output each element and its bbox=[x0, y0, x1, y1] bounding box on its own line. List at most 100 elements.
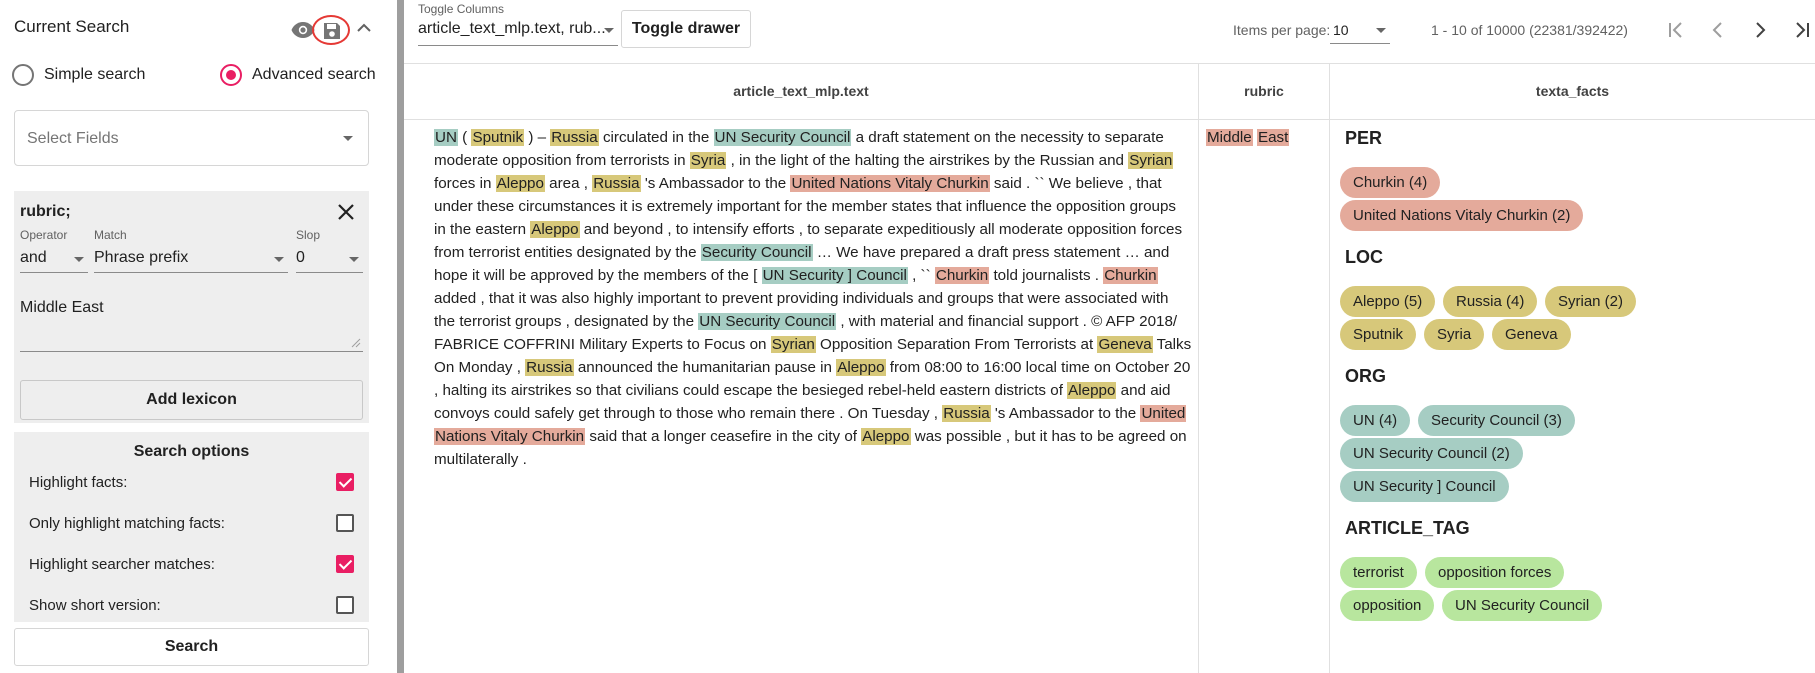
previous-page-icon[interactable] bbox=[1706, 18, 1730, 42]
fact-highlight-loc[interactable]: Russia bbox=[550, 129, 599, 146]
save-search-button[interactable] bbox=[312, 15, 350, 45]
search-options-title: Search options bbox=[133, 443, 250, 460]
last-page-icon[interactable] bbox=[1790, 18, 1814, 42]
fact-chip[interactable]: Aleppo (5) bbox=[1340, 286, 1436, 317]
fact-chip[interactable]: opposition bbox=[1340, 590, 1435, 621]
fact-highlight-loc[interactable]: Russia bbox=[592, 175, 641, 192]
dropdown-caret-icon bbox=[74, 257, 84, 262]
fact-chip[interactable]: Syria bbox=[1424, 319, 1485, 350]
fact-chip[interactable]: Geneva bbox=[1492, 319, 1571, 350]
advanced-search-label: Advanced search bbox=[252, 66, 376, 83]
fact-highlight-per[interactable]: East bbox=[1256, 129, 1290, 146]
rubric-cell: Middle East bbox=[1206, 126, 1290, 149]
only-matching-facts-checkbox[interactable] bbox=[336, 514, 354, 532]
fact-chip[interactable]: Sputnik bbox=[1340, 319, 1417, 350]
fact-highlight-per[interactable]: Churkin bbox=[1103, 267, 1158, 284]
fact-highlight-per[interactable]: United bbox=[1140, 405, 1187, 422]
select-fields-dropdown[interactable]: Select Fields bbox=[14, 110, 369, 166]
operator-select[interactable]: and bbox=[20, 245, 88, 273]
add-lexicon-button[interactable]: Add lexicon bbox=[20, 380, 363, 420]
article-text-segment: told journalists . bbox=[989, 267, 1104, 284]
fact-highlight-per[interactable]: Nations Vitaly Churkin bbox=[434, 428, 586, 445]
fact-highlight-loc[interactable]: Aleppo bbox=[1067, 382, 1117, 399]
fact-highlight-loc[interactable]: Russia bbox=[942, 405, 991, 422]
fact-highlight-org[interactable]: Security Council bbox=[700, 244, 813, 261]
article-line: from terrorist entities designated by th… bbox=[434, 241, 1194, 264]
article-text-segment: from terrorist entities designated by th… bbox=[434, 244, 701, 261]
fact-highlight-per[interactable]: United Nations Vitaly Churkin bbox=[790, 175, 990, 192]
fact-chip[interactable]: Churkin (4) bbox=[1340, 167, 1441, 198]
fact-chip[interactable]: UN Security Council (2) bbox=[1340, 438, 1523, 469]
next-page-icon[interactable] bbox=[1748, 18, 1772, 42]
highlight-searcher-checkbox[interactable] bbox=[336, 555, 354, 573]
search-button[interactable]: Search bbox=[14, 628, 369, 666]
option-label: Only highlight matching facts: bbox=[29, 515, 225, 532]
fact-highlight-per[interactable]: Churkin bbox=[934, 267, 990, 284]
select-fields-placeholder: Select Fields bbox=[27, 130, 119, 147]
match-select[interactable]: Phrase prefix bbox=[94, 245, 288, 273]
article-line: , halting its airstrikes so that civilia… bbox=[434, 379, 1194, 402]
fact-highlight-loc[interactable]: Aleppo bbox=[495, 175, 545, 192]
panel-splitter[interactable] bbox=[397, 0, 404, 673]
article-text-segment: multilaterally . bbox=[434, 451, 527, 468]
resize-handle-icon[interactable] bbox=[349, 336, 361, 348]
query-textarea[interactable]: Middle East bbox=[20, 292, 363, 352]
column-header-rubric[interactable]: rubric bbox=[1199, 64, 1329, 120]
advanced-search-radio[interactable]: Advanced search bbox=[220, 64, 376, 86]
slop-select[interactable]: 0 bbox=[296, 245, 363, 273]
fact-highlight-loc[interactable]: Syrian bbox=[1128, 152, 1174, 169]
search-options-panel: Search options Highlight facts: Only hig… bbox=[14, 432, 369, 622]
article-line: the terrorist groups , designated by the… bbox=[434, 310, 1194, 333]
article-text-segment: On Monday , bbox=[434, 359, 526, 376]
toggle-columns-select[interactable]: article_text_mlp.text, rub... bbox=[418, 18, 618, 46]
short-version-checkbox[interactable] bbox=[336, 596, 354, 614]
fact-chip[interactable]: opposition forces bbox=[1425, 557, 1565, 588]
fact-chip[interactable]: Syrian (2) bbox=[1545, 286, 1637, 317]
article-text-segment: said . `` We believe , that bbox=[989, 175, 1162, 192]
fact-highlight-loc[interactable]: Syria bbox=[689, 152, 727, 169]
column-header-article-text[interactable]: article_text_mlp.text bbox=[404, 64, 1198, 120]
close-icon[interactable] bbox=[334, 200, 358, 224]
fact-chip[interactable]: United Nations Vitaly Churkin (2) bbox=[1340, 200, 1584, 231]
fact-highlight-loc[interactable]: Aleppo bbox=[861, 428, 911, 445]
fact-highlight-per[interactable]: Middle bbox=[1206, 129, 1253, 146]
article-text-segment: the terrorist groups , designated by the bbox=[434, 313, 699, 330]
fact-chip[interactable]: UN Security ] Council bbox=[1340, 471, 1509, 502]
article-line: under these circumstances it is extremel… bbox=[434, 195, 1194, 218]
fact-highlight-loc[interactable]: Syrian bbox=[770, 336, 816, 353]
fact-highlight-org[interactable]: UN bbox=[434, 129, 458, 146]
simple-search-radio[interactable]: Simple search bbox=[12, 64, 145, 86]
fact-chip[interactable]: UN (4) bbox=[1340, 405, 1411, 436]
dropdown-caret-icon bbox=[349, 257, 359, 262]
article-text-segment: was possible , but it has to be agreed o… bbox=[910, 428, 1187, 445]
highlight-facts-checkbox[interactable] bbox=[336, 473, 354, 491]
dropdown-caret-icon bbox=[1376, 28, 1386, 33]
fact-chip[interactable]: UN Security Council bbox=[1442, 590, 1603, 621]
toggle-drawer-button[interactable]: Toggle drawer bbox=[621, 10, 751, 48]
article-text-segment: announced the humanitarian pause in bbox=[573, 359, 837, 376]
fact-highlight-loc[interactable]: Geneva bbox=[1097, 336, 1153, 353]
simple-search-label: Simple search bbox=[44, 66, 146, 83]
article-text-segment: , in the light of the halting the airstr… bbox=[726, 152, 1129, 169]
column-header-texta-facts[interactable]: texta_facts bbox=[1330, 64, 1815, 120]
fact-chip[interactable]: Security Council (3) bbox=[1418, 405, 1575, 436]
fact-highlight-loc[interactable]: Aleppo bbox=[530, 221, 580, 238]
items-per-page-select[interactable]: 10 bbox=[1330, 20, 1390, 44]
fact-highlight-loc[interactable]: Sputnik bbox=[471, 129, 525, 146]
rubric-constraint-panel: rubric; Operator and Match Phrase prefix… bbox=[14, 191, 369, 423]
save-icon bbox=[324, 23, 340, 39]
fact-highlight-loc[interactable]: Aleppo bbox=[836, 359, 886, 376]
fact-highlight-org[interactable]: UN Security ] Council bbox=[761, 267, 908, 284]
fact-chip[interactable]: terrorist bbox=[1340, 557, 1417, 588]
fact-chip[interactable]: Russia (4) bbox=[1443, 286, 1538, 317]
dropdown-caret-icon bbox=[274, 257, 284, 262]
fact-highlight-loc[interactable]: Russia bbox=[525, 359, 574, 376]
column-divider bbox=[1329, 64, 1330, 673]
option-label: Highlight searcher matches: bbox=[29, 556, 215, 573]
first-page-icon[interactable] bbox=[1664, 18, 1688, 42]
fact-highlight-org[interactable]: UN Security Council bbox=[698, 313, 837, 330]
article-text-cell: UN ( Sputnik ) – Russia circulated in th… bbox=[434, 126, 1194, 471]
chevron-up-icon[interactable] bbox=[356, 20, 372, 36]
article-text-segment: from 08:00 to 16:00 local time on Octobe… bbox=[885, 359, 1191, 376]
fact-highlight-org[interactable]: UN Security Council bbox=[713, 129, 852, 146]
